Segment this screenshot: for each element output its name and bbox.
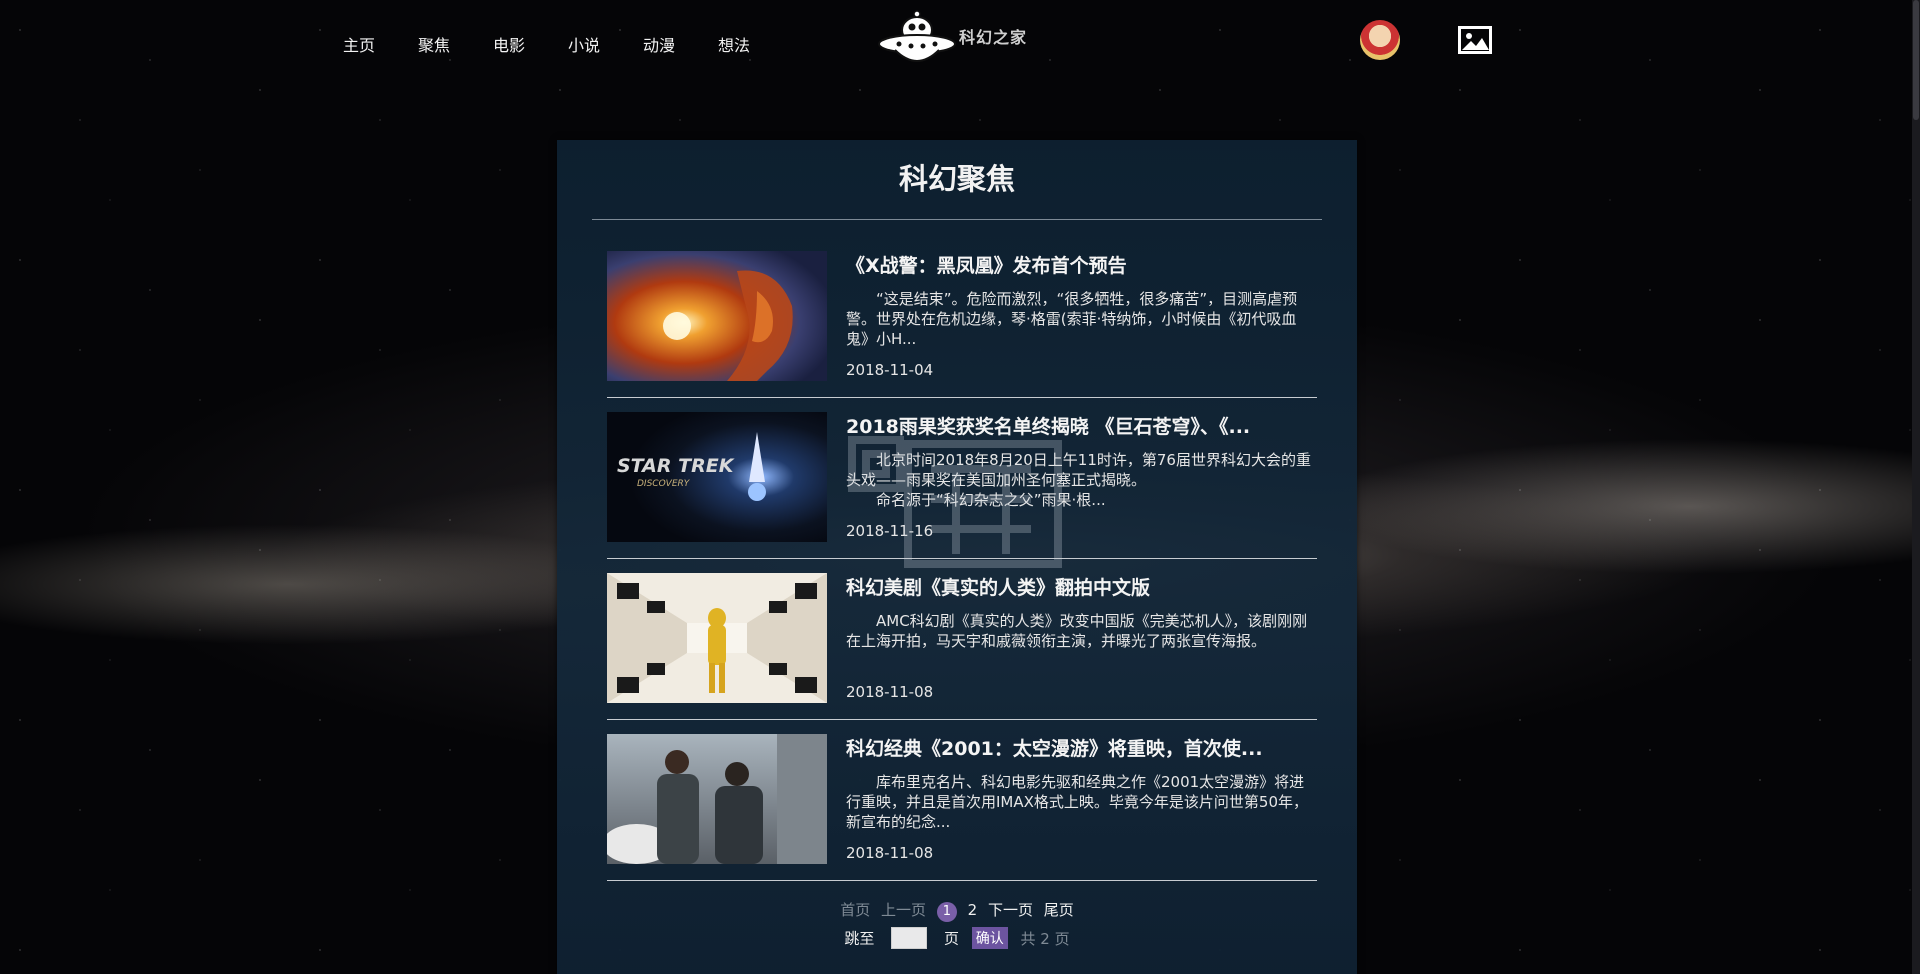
article-summary: AMC科幻剧《真实的人类》改变中国版《完美芯机人》，该剧刚刚在上海开拍，马天宇和… <box>846 612 1308 650</box>
image-icon[interactable] <box>1458 26 1492 54</box>
nav-item-ideas[interactable]: 想法 <box>718 32 793 56</box>
focus-panel: 科幻聚焦 《X战警：黑凤凰》发布首个预告 “这是结束”。危险而激烈，“很多牺牲，… <box>557 140 1357 974</box>
title-divider <box>592 219 1322 220</box>
nav-item-novel[interactable]: 小说 <box>568 32 643 56</box>
article-divider <box>607 719 1317 720</box>
article-item[interactable]: 科幻美剧《真实的人类》翻拍中文版 AMC科幻剧《真实的人类》改变中国版《完美芯机… <box>607 573 1317 734</box>
last-page-link[interactable]: 尾页 <box>1044 899 1074 920</box>
article-summary: 北京时间2018年8月20日上午11时许，第76届世界科幻大会的重头戏——雨果奖… <box>846 451 1311 509</box>
first-page-link[interactable]: 首页 <box>840 899 870 920</box>
jump-confirm-button[interactable]: 确认 <box>971 927 1008 949</box>
page-jump: 跳至 页 确认 共 2 页 <box>557 927 1357 949</box>
article-title[interactable]: 科幻美剧《真实的人类》翻拍中文版 <box>846 573 1306 600</box>
main-nav: 主页 聚焦 电影 小说 动漫 想法 <box>343 32 793 56</box>
article-date: 2018-11-16 <box>846 522 934 540</box>
prev-page-link[interactable]: 上一页 <box>881 899 926 920</box>
page-2-link[interactable]: 2 <box>968 901 978 919</box>
site-logo[interactable]: 科幻之家 <box>877 8 1027 72</box>
total-pages: 共 2 页 <box>1020 929 1070 948</box>
page-unit-label: 页 <box>943 929 959 948</box>
phoenix-fire-image[interactable] <box>607 251 827 381</box>
site-header: 主页 聚焦 电影 小说 动漫 想法 科幻之家 <box>0 0 1912 90</box>
pagination: 首页 上一页 1 2 下一页 尾页 <box>557 899 1357 922</box>
article-date: 2018-11-08 <box>846 844 934 862</box>
nav-item-home[interactable]: 主页 <box>343 32 418 56</box>
next-page-link[interactable]: 下一页 <box>988 899 1033 920</box>
jump-label: 跳至 <box>844 929 875 948</box>
ufo-icon <box>878 10 956 62</box>
nav-item-focus[interactable]: 聚焦 <box>418 32 493 56</box>
scrollbar-thumb[interactable] <box>1913 0 1919 120</box>
article-divider <box>607 880 1317 881</box>
logo-text: 科幻之家 <box>959 28 1028 47</box>
article-item[interactable]: STAR TREK DISCOVERY 2018雨果奖获奖名单终揭晓 《巨石苍穹… <box>607 412 1317 573</box>
article-summary: “这是结束”。危险而激烈，“很多牺牲，很多痛苦”，目测高虐预警。世界处在危机边缘… <box>846 290 1298 348</box>
article-date: 2018-11-04 <box>846 361 934 379</box>
article-divider <box>607 397 1317 398</box>
nav-item-movie[interactable]: 电影 <box>493 32 568 56</box>
article-title[interactable]: 2018雨果奖获奖名单终揭晓 《巨石苍穹》、《... <box>846 412 1306 439</box>
article-summary: 库布里克名片、科幻电影先驱和经典之作《2001太空漫游》将进行重映，并且是首次用… <box>846 773 1308 831</box>
article-title[interactable]: 科幻经典《2001：太空漫游》将重映，首次使... <box>846 734 1306 761</box>
star-trek-discovery-image[interactable]: STAR TREK DISCOVERY <box>607 412 827 542</box>
page-scrollbar[interactable] <box>1912 0 1920 974</box>
nav-item-anime[interactable]: 动漫 <box>643 32 718 56</box>
article-date: 2018-11-08 <box>846 683 934 701</box>
two-men-street-image[interactable] <box>607 734 827 864</box>
article-item[interactable]: 《X战警：黑凤凰》发布首个预告 “这是结束”。危险而激烈，“很多牺牲，很多痛苦”… <box>607 251 1317 412</box>
thumb-text: STAR TREK <box>617 455 735 477</box>
thumb-subtext: DISCOVERY <box>637 479 691 489</box>
article-title[interactable]: 《X战警：黑凤凰》发布首个预告 <box>846 251 1306 278</box>
user-avatar[interactable] <box>1360 20 1400 60</box>
page-title: 科幻聚焦 <box>898 162 1015 196</box>
astronaut-corridor-image[interactable] <box>607 573 827 703</box>
article-divider <box>607 558 1317 559</box>
jump-page-input[interactable] <box>891 927 928 949</box>
current-page-badge[interactable]: 1 <box>936 902 957 922</box>
article-item[interactable]: 科幻经典《2001：太空漫游》将重映，首次使... 库布里克名片、科幻电影先驱和… <box>607 734 1317 895</box>
